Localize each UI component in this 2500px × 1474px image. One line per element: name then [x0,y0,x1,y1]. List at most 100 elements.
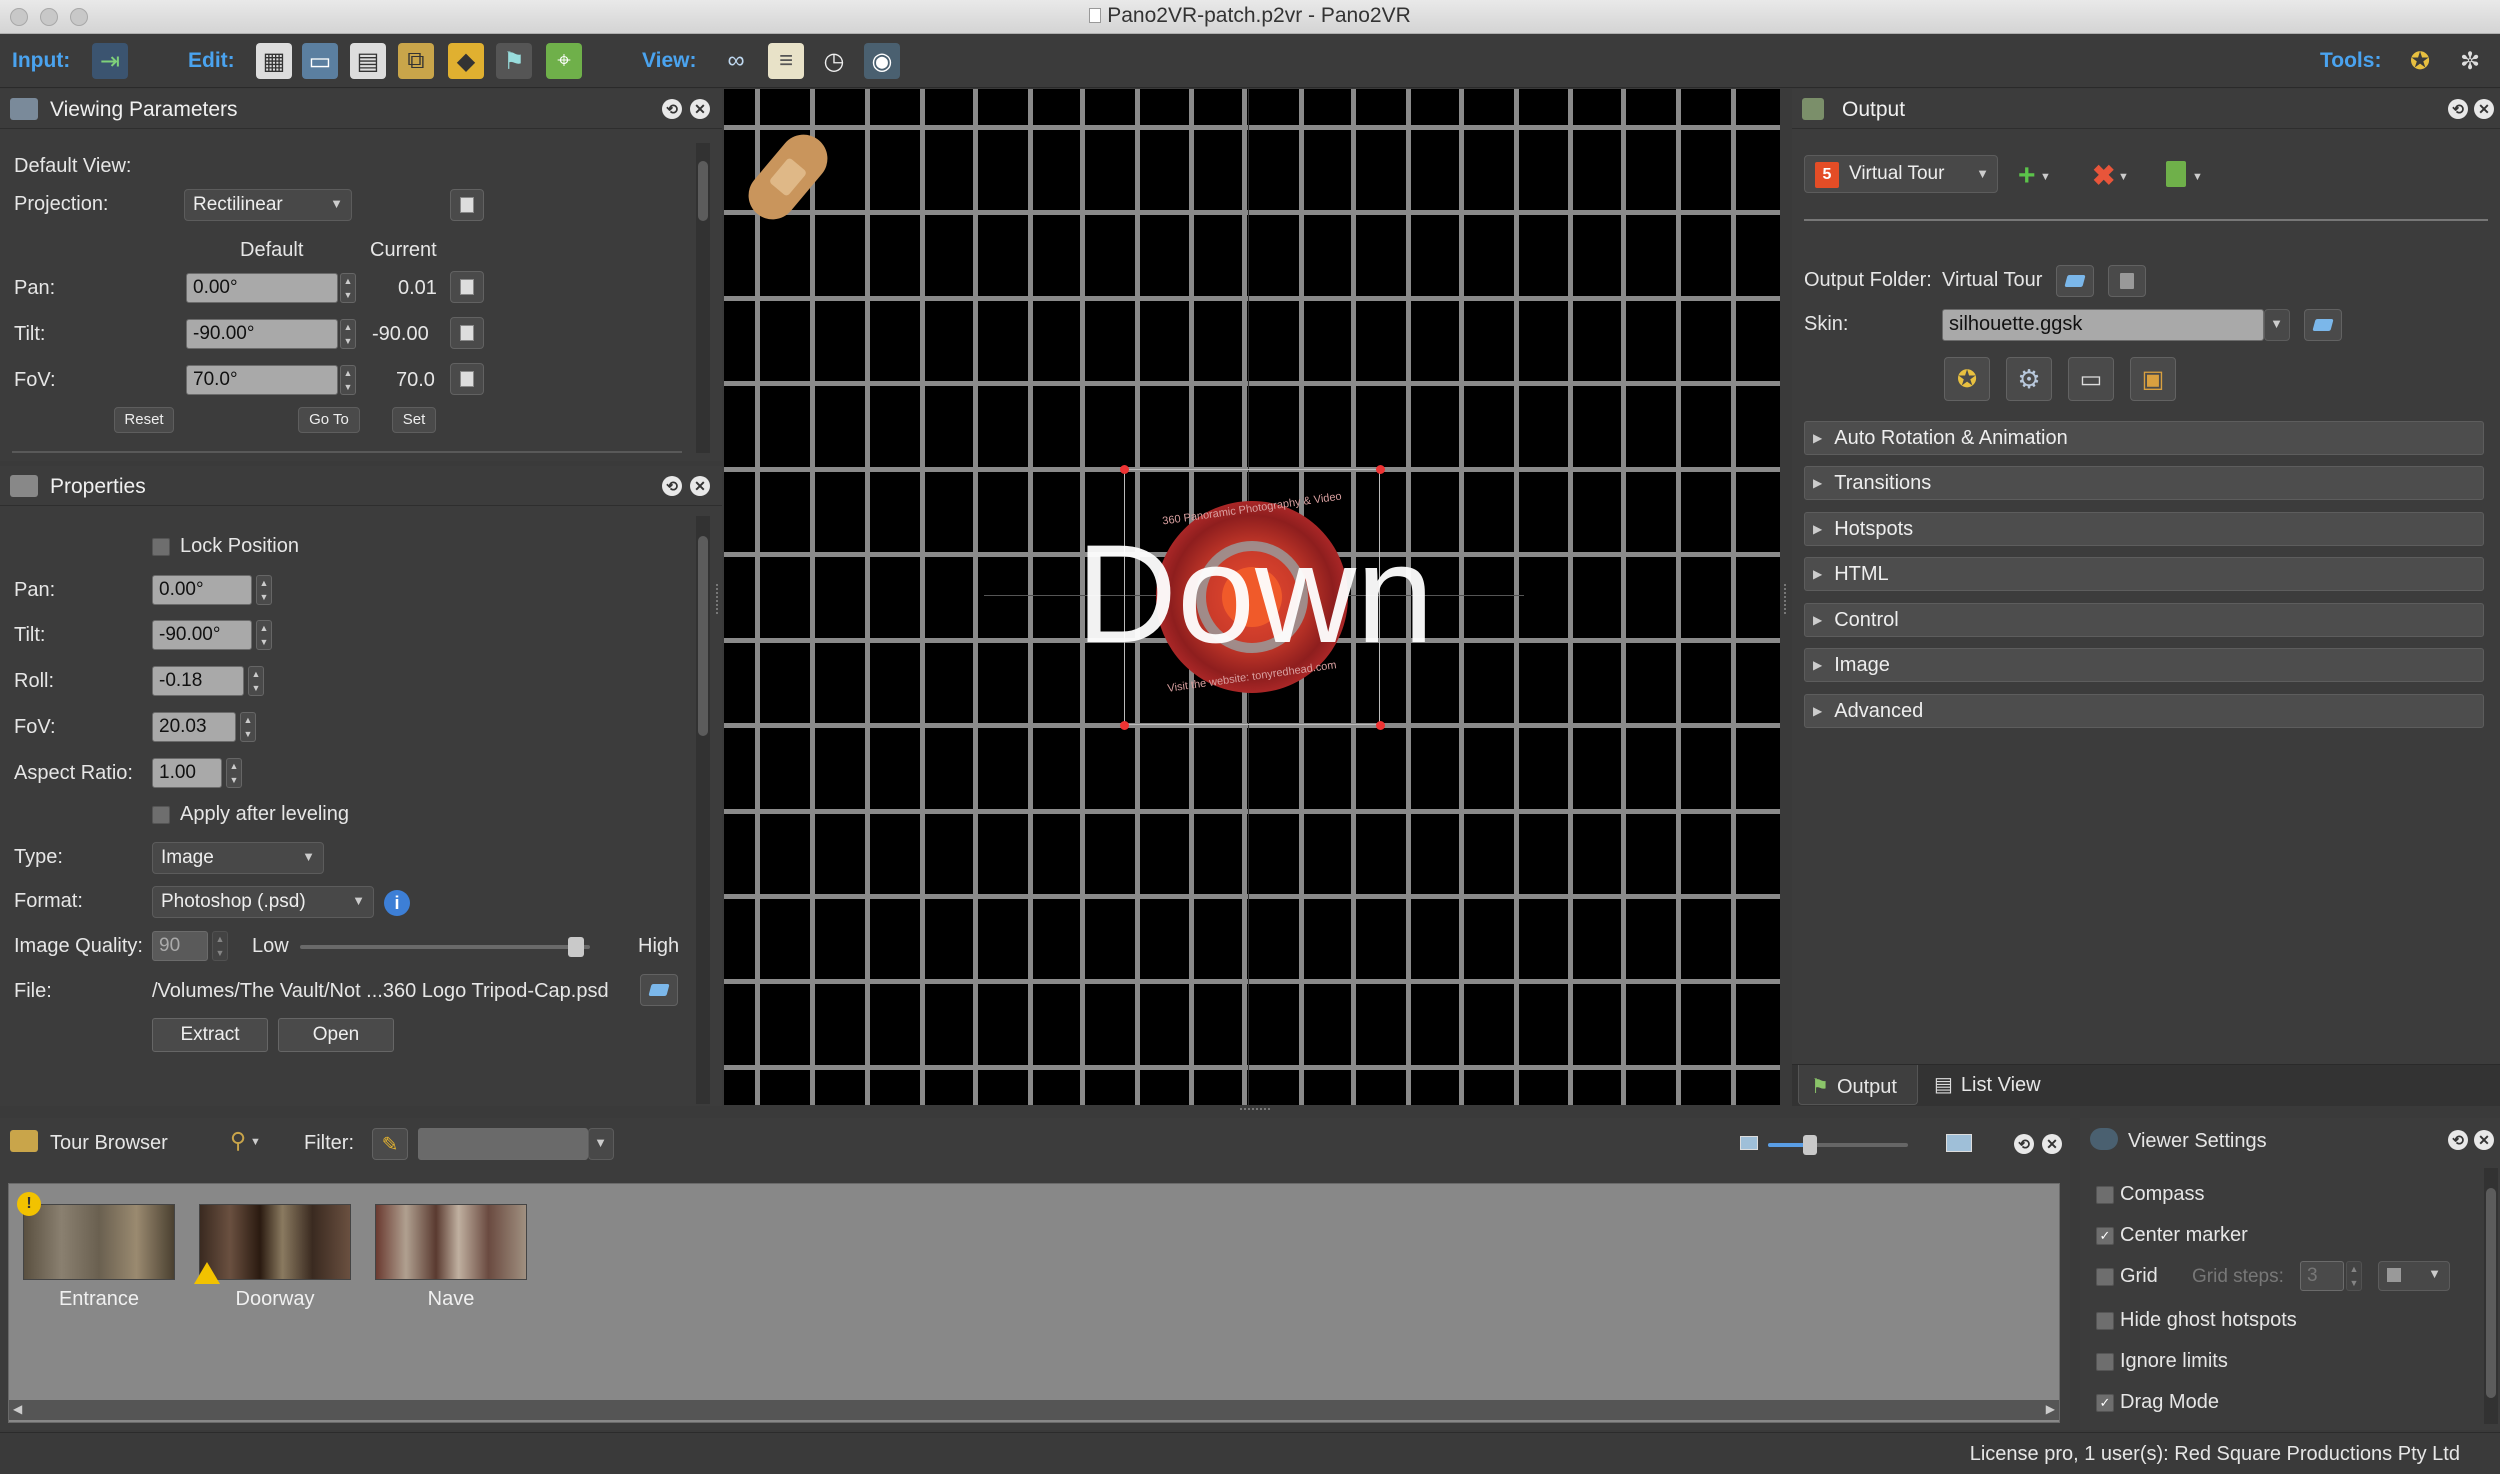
corner-handle[interactable] [1376,465,1385,474]
output-page-icon[interactable] [2166,161,2186,187]
splitter-handle[interactable] [1784,584,1790,614]
splitter-handle[interactable] [1240,1108,1270,1112]
output-format-select[interactable]: 5 Virtual Tour ▼ [1804,155,1998,193]
pan-stepper[interactable]: ▲ ▼ [340,273,356,303]
compass-view-icon[interactable]: ◷ [816,43,852,79]
aspect-ratio-field[interactable]: 1.00 [152,758,222,788]
reset-button[interactable]: Reset [114,407,174,433]
animation-icon[interactable]: ⚑ [496,43,532,79]
close-panel-icon[interactable]: ✕ [2474,1130,2494,1150]
binoculars-icon[interactable]: ∞ [718,43,754,79]
close-panel-icon[interactable]: ✕ [2042,1134,2062,1154]
projection-select[interactable]: Rectilinear ▼ [184,189,352,221]
float-panel-icon[interactable]: ⟲ [662,476,682,496]
corner-handle[interactable] [1376,721,1385,730]
filter-input[interactable] [418,1128,588,1160]
compass-checkbox[interactable] [2096,1186,2114,1204]
close-panel-icon[interactable]: ✕ [690,476,710,496]
stamp-tool-icon[interactable]: ⚲ [230,1128,246,1154]
trash-icon[interactable] [2108,265,2146,297]
format-select[interactable]: Photoshop (.psd) ▼ [152,886,374,918]
preview-eye-icon[interactable]: ◉ [864,43,900,79]
media-icon[interactable]: ▤ [350,43,386,79]
skin-field[interactable]: silhouette.ggsk [1942,309,2264,341]
close-panel-icon[interactable]: ✕ [690,99,710,119]
tilt-stepper[interactable]: ▲ ▼ [256,620,272,650]
grid-steps-field[interactable]: 3 [2300,1261,2344,1291]
set-button[interactable]: Set [392,407,436,433]
float-panel-icon[interactable]: ⟲ [2448,1130,2468,1150]
aperture-tool-icon[interactable]: ✼ [2452,43,2488,79]
roll-field[interactable]: -0.18 [152,666,244,696]
info-icon[interactable]: i [384,890,410,916]
chevron-down-icon[interactable]: ▼ [250,1136,261,1148]
aspect-ratio-stepper[interactable]: ▲ ▼ [226,758,242,788]
copy-projection-button[interactable] [450,189,484,221]
pano-thumbnail-doorway[interactable] [199,1204,351,1280]
pan-default-field[interactable]: 0.00° [186,273,338,303]
browse-skin-button[interactable] [2304,309,2342,341]
image-quality-field[interactable]: 90 [152,931,208,961]
filter-pencil-icon[interactable]: ✎ [372,1128,408,1160]
slider-thumb[interactable] [567,937,584,957]
float-panel-icon[interactable]: ⟲ [2014,1134,2034,1154]
hide-ghost-hotspots-checkbox[interactable] [2096,1312,2114,1330]
fov-default-field[interactable]: 70.0° [186,365,338,395]
chevron-down-icon[interactable]: ▼ [2118,171,2129,183]
open-button[interactable]: Open [278,1018,394,1052]
accordion-auto-rotation[interactable]: ▶ Auto Rotation & Animation [1804,421,2484,455]
patch-icon[interactable]: ▭ [302,43,338,79]
center-marker-checkbox[interactable]: ✓ [2096,1227,2114,1245]
copy-tilt-button[interactable] [450,317,484,349]
masking-icon[interactable]: ◆ [448,43,484,79]
thumbnail-size-slider[interactable] [1768,1135,1908,1155]
roll-stepper[interactable]: ▲ ▼ [248,666,264,696]
viewer-settings-scrollbar[interactable] [2484,1168,2498,1424]
copy-pan-button[interactable] [450,271,484,303]
slider-thumb[interactable] [1803,1135,1817,1155]
fov-field[interactable]: 20.03 [152,712,236,742]
add-output-icon[interactable]: + [2018,159,2036,193]
map-icon[interactable]: ⌖ [546,43,582,79]
tilt-default-field[interactable]: -90.00° [186,319,338,349]
image-quality-slider[interactable] [300,937,590,957]
float-panel-icon[interactable]: ⟲ [662,99,682,119]
grid-steps-stepper[interactable]: ▲ ▼ [2346,1261,2362,1291]
fov-stepper[interactable]: ▲ ▼ [240,712,256,742]
panorama-viewer[interactable]: 360 Panoramic Photography & Video Visit … [724,89,1780,1105]
gear-icon[interactable]: ⚙ [2006,357,2052,401]
delete-output-icon[interactable]: ✖ [2092,159,2115,192]
accordion-html[interactable]: ▶ HTML [1804,557,2484,591]
import-panorama-icon[interactable]: ⇥ [92,43,128,79]
viewing-parameters-icon[interactable]: ▦ [256,43,292,79]
grid-color-select[interactable]: ▼ [2378,1261,2450,1291]
tab-output[interactable]: ⚑ Output [1798,1065,1918,1105]
accordion-control[interactable]: ▶ Control [1804,603,2484,637]
tilt-stepper[interactable]: ▲ ▼ [340,319,356,349]
corner-handle[interactable] [1120,465,1129,474]
star-tool-icon[interactable]: ✪ [2402,43,2438,79]
viewing-params-scrollbar[interactable] [696,143,710,453]
chevron-down-icon[interactable]: ▼ [2040,171,2051,183]
tour-horizontal-scrollbar[interactable]: ◀ ▶ [9,1400,2059,1420]
apply-after-leveling-checkbox[interactable] [152,806,170,824]
drag-mode-checkbox[interactable]: ✓ [2096,1394,2114,1412]
package-icon[interactable]: ▣ [2130,357,2176,401]
corner-handle[interactable] [1120,721,1129,730]
pan-field[interactable]: 0.00° [152,575,252,605]
tour-hotspots-icon[interactable]: ⧉ [398,43,434,79]
skin-dropdown[interactable]: ▼ [2264,309,2290,341]
close-panel-icon[interactable]: ✕ [2474,99,2494,119]
ignore-limits-checkbox[interactable] [2096,1353,2114,1371]
star-skin-icon[interactable]: ✪ [1944,357,1990,401]
copy-fov-button[interactable] [450,363,484,395]
fov-stepper[interactable]: ▲ ▼ [340,365,356,395]
tilt-field[interactable]: -90.00° [152,620,252,650]
tab-list-view[interactable]: ▤ List View [1924,1065,2054,1105]
type-select[interactable]: Image ▼ [152,842,324,874]
lock-position-checkbox[interactable] [152,538,170,556]
pano-thumbnail-entrance[interactable] [23,1204,175,1280]
splitter-handle[interactable] [716,584,722,614]
browse-file-button[interactable] [640,974,678,1006]
accordion-transitions[interactable]: ▶ Transitions [1804,466,2484,500]
